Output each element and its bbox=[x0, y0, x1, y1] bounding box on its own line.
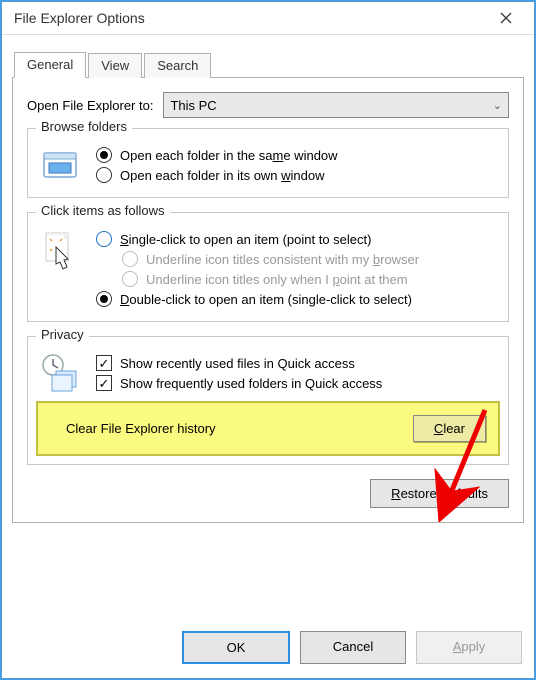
dialog-footer: OK Cancel Apply bbox=[2, 615, 534, 678]
close-button[interactable] bbox=[486, 4, 526, 32]
general-panel: Open File Explorer to: This PC ⌄ Browse … bbox=[12, 78, 524, 523]
clear-history-row: Clear File Explorer history Clear bbox=[36, 401, 500, 456]
single-click-option[interactable]: Single-click to open an item (point to s… bbox=[94, 231, 498, 247]
radio-icon bbox=[122, 271, 138, 287]
restore-defaults-button[interactable]: Restore Defaults bbox=[370, 479, 509, 508]
open-explorer-to-row: Open File Explorer to: This PC ⌄ bbox=[27, 92, 509, 118]
show-recent-files-checkbox[interactable]: Show recently used files in Quick access bbox=[94, 355, 498, 371]
click-cursor-icon bbox=[38, 227, 82, 271]
open-explorer-to-label: Open File Explorer to: bbox=[27, 98, 153, 113]
tab-search[interactable]: Search bbox=[144, 53, 211, 78]
underline-consistent-label: Underline icon titles consistent with my… bbox=[146, 252, 419, 267]
single-click-label: Single-click to open an item (point to s… bbox=[120, 232, 371, 247]
click-items-group: Click items as follows Single-click to o… bbox=[27, 212, 509, 322]
tabstrip: General View Search bbox=[12, 49, 524, 78]
clear-history-label: Clear File Explorer history bbox=[66, 421, 216, 436]
checkbox-icon bbox=[96, 355, 112, 371]
history-icon bbox=[38, 351, 82, 395]
double-click-label: Double-click to open an item (single-cli… bbox=[120, 292, 412, 307]
underline-point-label: Underline icon titles only when I point … bbox=[146, 272, 408, 287]
show-frequent-folders-label: Show frequently used folders in Quick ac… bbox=[120, 376, 382, 391]
open-explorer-to-value: This PC bbox=[170, 98, 216, 113]
checkbox-icon bbox=[96, 375, 112, 391]
chevron-down-icon: ⌄ bbox=[493, 99, 502, 112]
tab-view[interactable]: View bbox=[88, 53, 142, 78]
titlebar: File Explorer Options bbox=[2, 2, 534, 35]
tab-general[interactable]: General bbox=[14, 52, 86, 78]
browse-folders-group: Browse folders Open each folder in the s… bbox=[27, 128, 509, 198]
own-window-label: Open each folder in its own window bbox=[120, 168, 325, 183]
file-explorer-options-window: File Explorer Options General View Searc… bbox=[0, 0, 536, 680]
show-frequent-folders-checkbox[interactable]: Show frequently used folders in Quick ac… bbox=[94, 375, 498, 391]
radio-icon bbox=[122, 251, 138, 267]
radio-icon bbox=[96, 167, 112, 183]
window-title: File Explorer Options bbox=[14, 10, 486, 26]
privacy-group: Privacy Show recently used files in Quic… bbox=[27, 336, 509, 465]
privacy-legend: Privacy bbox=[36, 327, 89, 342]
own-window-option[interactable]: Open each folder in its own window bbox=[94, 167, 498, 183]
cancel-button[interactable]: Cancel bbox=[300, 631, 406, 664]
same-window-label: Open each folder in the same window bbox=[120, 148, 338, 163]
double-click-option[interactable]: Double-click to open an item (single-cli… bbox=[94, 291, 498, 307]
open-explorer-to-dropdown[interactable]: This PC ⌄ bbox=[163, 92, 509, 118]
restore-defaults-row: Restore Defaults bbox=[27, 479, 509, 508]
click-items-legend: Click items as follows bbox=[36, 203, 170, 218]
radio-icon bbox=[96, 147, 112, 163]
browse-folders-legend: Browse folders bbox=[36, 119, 132, 134]
show-recent-files-label: Show recently used files in Quick access bbox=[120, 356, 355, 371]
radio-icon bbox=[96, 231, 112, 247]
apply-button: Apply bbox=[416, 631, 522, 664]
folder-window-icon bbox=[38, 143, 82, 187]
same-window-option[interactable]: Open each folder in the same window bbox=[94, 147, 498, 163]
underline-point-option: Underline icon titles only when I point … bbox=[94, 271, 498, 287]
ok-button[interactable]: OK bbox=[182, 631, 290, 664]
radio-icon bbox=[96, 291, 112, 307]
underline-consistent-option: Underline icon titles consistent with my… bbox=[94, 251, 498, 267]
clear-button[interactable]: Clear bbox=[413, 415, 486, 442]
close-icon bbox=[500, 12, 512, 24]
